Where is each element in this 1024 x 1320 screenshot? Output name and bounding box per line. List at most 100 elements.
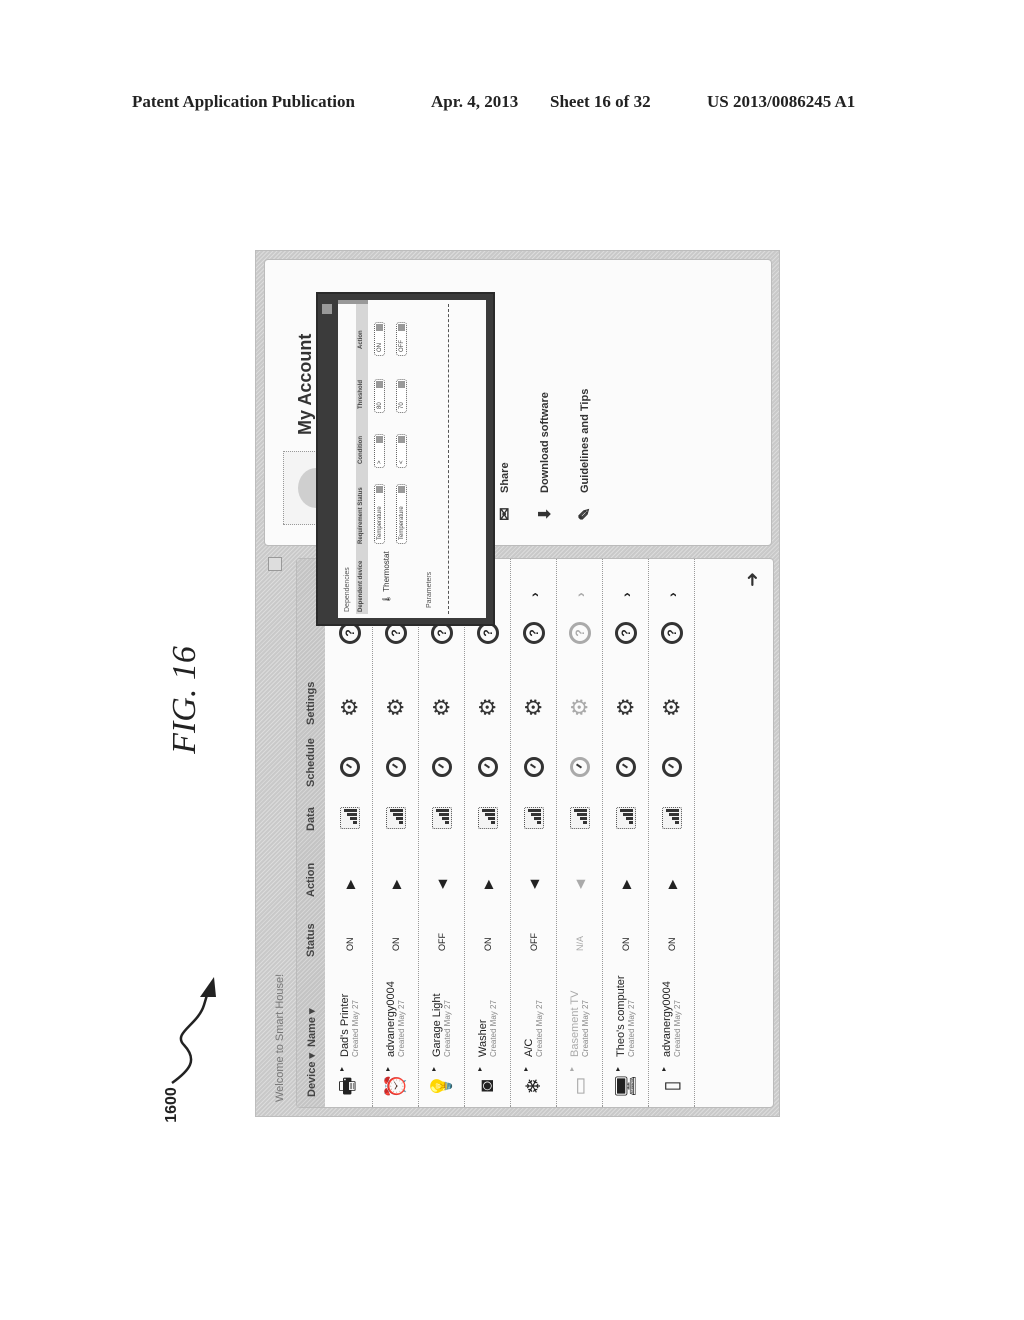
table-row[interactable]: 🖥 ▸ Theo's computer Created May 27 ON ▶ ⚙? › [603,559,649,1107]
schedule-button[interactable] [603,757,648,777]
menu-share[interactable]: ✉ Share [495,462,515,525]
schedule-button[interactable] [373,757,418,777]
device-menu-caret-icon[interactable]: ▸ [549,1067,594,1071]
data-button[interactable] [327,807,372,829]
settings-button[interactable]: ⚙ [465,697,510,717]
device-name[interactable]: Basement TV [569,991,581,1057]
device-name[interactable]: Dad's Printer [339,994,351,1057]
question-mark-icon: ? [568,622,591,644]
settings-button[interactable]: ⚙ [419,697,464,717]
popup-table-header: Dependent device Requirement Status Cond… [356,304,368,614]
settings-button[interactable]: ⚙ [373,697,418,717]
device-name[interactable]: Washer [477,1020,489,1058]
settings-button[interactable]: ⚙ [511,697,556,717]
table-row[interactable]: ◙▸WasherCreated May 27ON▶⚙?› [465,559,511,1107]
device-menu-caret-icon[interactable]: ▸ [457,1067,502,1071]
table-row[interactable]: 🖶▸Dad's PrinterCreated May 27ON▶⚙?› [327,559,373,1107]
schedule-button[interactable] [465,757,510,777]
popup-col-threshold: Threshold [358,379,364,409]
expand-chevron-icon[interactable]: › [511,592,556,597]
device-name[interactable]: Garage Light [431,993,443,1057]
device-menu-caret-icon[interactable]: ▸ [503,1067,548,1071]
action-toggle-button[interactable]: ▶ [465,880,510,889]
expand-chevron-icon[interactable]: › [649,592,694,597]
menu-download-software[interactable]: ⬇ Download software [535,392,555,525]
help-button[interactable]: ? [511,622,556,644]
device-name[interactable]: advanergy0004 [385,981,397,1057]
dependency-popup: Dependencies Dependent device Requiremen… [316,292,495,626]
condition-select[interactable]: > [374,434,385,468]
column-device[interactable]: Device ▾ [305,1053,318,1097]
schedule-button[interactable] [327,757,372,777]
schedule-button[interactable] [419,757,464,777]
tablet-icon: ▯ [661,1080,683,1092]
status-badge: N/A [574,935,585,951]
help-button[interactable]: ? [557,622,602,644]
table-row[interactable]: ▭ ▸ Basement TV Created May 27 N/A ◀ ⚙? › [557,559,603,1107]
data-button[interactable] [373,807,418,829]
schedule-button[interactable] [557,757,602,777]
close-icon[interactable] [268,557,282,571]
device-menu-caret-icon[interactable]: ▸ [641,1067,686,1071]
data-button[interactable] [511,807,556,829]
settings-button[interactable]: ⚙ [327,697,372,717]
device-created-date: Created May 27 [581,1000,590,1057]
table-row[interactable]: ▯ ▸ advanergy0004 Created May 27 ON ▶ ⚙? › [649,559,695,1107]
action-toggle-button[interactable]: ◀ [557,880,602,889]
settings-button[interactable]: ⚙ [603,697,648,717]
threshold-select[interactable]: 70 [396,379,407,413]
menu-guidelines-tips[interactable]: ✎ Guidelines and Tips [575,389,595,525]
expand-chevron-icon[interactable]: › [557,592,602,597]
action-toggle-button[interactable]: ▶ [603,880,648,889]
scroll-arrow-icon[interactable]: ➜ [742,572,763,587]
action-toggle-button[interactable]: ◀ [511,880,556,889]
help-button[interactable]: ? [603,622,648,644]
table-row[interactable]: ⏰▸advanergy0004Created May 27ON▶⚙?› [373,559,419,1107]
schedule-button[interactable] [511,757,556,777]
data-button[interactable] [603,807,648,829]
data-button[interactable] [649,807,694,829]
device-name[interactable]: A/C [523,1039,535,1057]
device-created-date: Created May 27 [443,1000,452,1057]
popup-col-action: Action [358,330,364,349]
settings-button[interactable]: ⚙ [649,697,694,717]
threshold-select[interactable]: 80 [374,379,385,413]
parameters-label: Parameters [426,571,433,608]
bar-chart-icon [477,807,498,829]
device-menu-caret-icon[interactable]: ▸ [595,1067,640,1071]
schedule-button[interactable] [649,757,694,777]
device-menu-caret-icon[interactable]: ▸ [411,1067,456,1071]
column-data: Data [305,807,317,831]
settings-button[interactable]: ⚙ [557,697,602,717]
action-toggle-button[interactable]: ◀ [419,880,464,889]
device-menu-caret-icon[interactable]: ▸ [365,1067,410,1071]
requirement-select[interactable]: Temperature [374,484,385,544]
question-mark-icon: ? [614,622,637,644]
popup-close-icon[interactable] [322,304,332,314]
action-select[interactable]: ON [374,322,385,356]
bar-chart-icon [569,807,590,829]
help-button[interactable]: ? [649,622,694,644]
device-name[interactable]: Theo's computer [615,975,627,1057]
device-menu-caret-icon[interactable]: ▸ [319,1067,364,1071]
column-name[interactable]: Name ▾ [305,1008,318,1047]
action-toggle-button[interactable]: ▶ [327,880,372,889]
requirement-select[interactable]: Temperature [396,484,407,544]
smart-house-screen: Welcome to Smart House! Device ▾ Name ▾ … [255,250,780,1117]
condition-select[interactable]: < [396,434,407,468]
device-name[interactable]: advanergy0004 [661,981,673,1057]
clock-icon [477,757,498,777]
figure-title-text: FIG. 16 [166,646,203,754]
table-row[interactable]: ❄ ▸ A/C Created May 27 OFF ◀ ⚙? › [511,559,557,1107]
popup-col-device: Dependent device [358,560,364,612]
data-button[interactable] [419,807,464,829]
table-row[interactable]: 💡▸Garage LightCreated May 27OFF◀⚙?› [419,559,465,1107]
action-toggle-button[interactable]: ▶ [373,880,418,889]
device-name-cell: A/C Created May 27 [511,1000,556,1057]
device-name-cell: Theo's computer Created May 27 [603,975,648,1057]
action-toggle-button[interactable]: ▶ [649,880,694,889]
expand-chevron-icon[interactable]: › [603,592,648,597]
data-button[interactable] [465,807,510,829]
data-button[interactable] [557,807,602,829]
action-select[interactable]: OFF [396,322,407,356]
